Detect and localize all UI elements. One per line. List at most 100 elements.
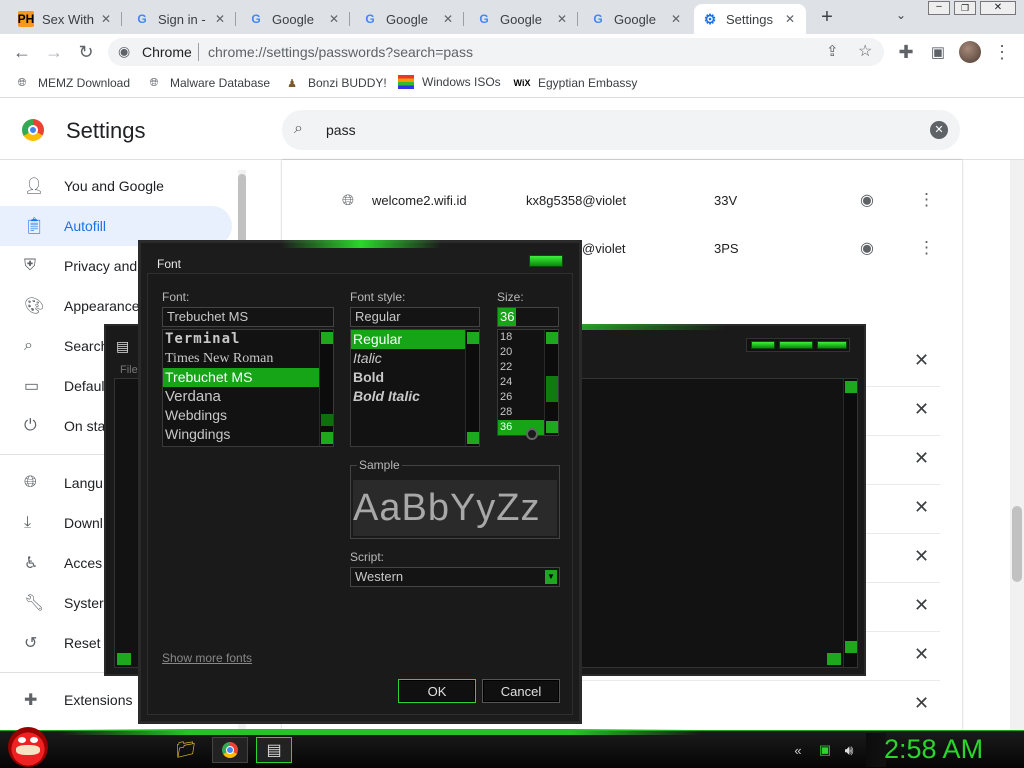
close-window-button[interactable]: ✕ [980, 1, 1016, 15]
tab-6[interactable]: G Google ✕ [582, 4, 692, 34]
extensions-puzzle-icon[interactable]: ✚ [890, 34, 922, 70]
minimize-button[interactable]: – [928, 1, 950, 15]
size-input[interactable]: 36 [497, 307, 559, 327]
tab-search-chevron-icon[interactable]: ⌄ [896, 8, 914, 22]
address-bar[interactable]: ◉ Chrome chrome://settings/passwords?sea… [108, 38, 884, 66]
close-icon[interactable]: ✕ [212, 12, 228, 26]
remove-x-icon[interactable]: ✕ [914, 497, 929, 518]
show-more-fonts-link[interactable]: Show more fonts [162, 651, 252, 665]
close-icon[interactable]: ✕ [668, 12, 684, 26]
close-button[interactable] [817, 341, 847, 349]
close-icon[interactable]: ✕ [782, 12, 798, 26]
page-scrollbar[interactable] [1010, 160, 1024, 730]
more-dots-icon[interactable]: ⋮ [918, 238, 935, 258]
minimize-button[interactable] [751, 341, 775, 349]
remove-x-icon[interactable]: ✕ [914, 693, 929, 714]
script-label: Script: [350, 550, 385, 564]
tab-title: Sex With [42, 11, 95, 27]
tab-3[interactable]: G Google ✕ [240, 4, 350, 34]
script-select[interactable]: Western ▼ [350, 567, 560, 587]
star-icon[interactable]: ☆ [858, 41, 872, 61]
password-value: 3PS [714, 241, 739, 256]
notepad-menu-file[interactable]: File [120, 364, 138, 376]
scroll-right-arrow[interactable] [827, 653, 841, 665]
back-arrow-icon[interactable]: ← [6, 34, 38, 70]
font-option-selected[interactable]: Trebuchet MS [163, 368, 333, 387]
font-option[interactable]: Webdings [163, 406, 333, 425]
bookmark-memz[interactable]: 🌐︎ MEMZ Download [14, 75, 130, 91]
share-icon[interactable]: ⇪ [826, 42, 839, 60]
close-icon[interactable]: ✕ [440, 12, 456, 26]
file-explorer-icon[interactable]: 📁︎ [168, 737, 204, 763]
tab-2[interactable]: G Sign in - ✕ [126, 4, 236, 34]
font-style-input[interactable]: Regular [350, 307, 480, 327]
style-option[interactable]: Italic [351, 349, 479, 368]
tab-1[interactable]: PH Sex With ✕ [10, 4, 122, 34]
network-icon[interactable]: ▣ [814, 737, 836, 763]
maximize-button[interactable] [779, 341, 813, 349]
font-name-input[interactable]: Trebuchet MS [162, 307, 334, 327]
volume-icon[interactable]: 🔊︎ [838, 737, 860, 763]
avatar[interactable] [959, 41, 981, 63]
font-option[interactable]: Wingdings [163, 425, 333, 444]
notepad-taskbar-icon[interactable]: ▤ [256, 737, 292, 763]
remove-x-icon[interactable]: ✕ [914, 448, 929, 469]
style-option-selected[interactable]: Regular [351, 330, 479, 349]
bookmark-label: Malware Database [170, 76, 271, 90]
font-option[interactable]: Verdana [163, 387, 333, 406]
menu-dots-icon[interactable]: ⋮ [986, 34, 1018, 70]
new-tab-button[interactable]: + [816, 6, 838, 28]
bookmark-bonzi[interactable]: ♟ Bonzi BUDDY! [284, 75, 387, 91]
chevron-down-icon[interactable]: ▼ [545, 570, 557, 584]
ok-button[interactable]: OK [398, 679, 476, 703]
password-value: 33V [714, 193, 738, 208]
style-option[interactable]: Bold [351, 368, 479, 387]
size-list[interactable]: 18 20 22 24 26 28 36 [497, 329, 559, 436]
remove-x-icon[interactable]: ✕ [914, 644, 929, 665]
more-dots-icon[interactable]: ⋮ [918, 190, 935, 210]
close-icon[interactable]: ✕ [326, 12, 342, 26]
tab-5[interactable]: G Google ✕ [468, 4, 578, 34]
tab-title: Google [500, 11, 542, 27]
eye-off-icon[interactable]: ◉ [860, 238, 874, 258]
close-icon[interactable]: ✕ [554, 12, 570, 26]
style-option[interactable]: Bold Italic [351, 387, 479, 406]
settings-search[interactable]: ⌕ pass ✕ [282, 110, 960, 150]
download-icon: ⤓ [24, 514, 32, 531]
bookmark-egyptian-embassy[interactable]: WiX Egyptian Embassy [514, 75, 638, 91]
search-input[interactable]: pass [326, 122, 356, 138]
bookmark-malware-db[interactable]: 🌐︎ Malware Database [146, 75, 270, 91]
reload-icon[interactable]: ↻ [70, 34, 102, 70]
sidebar-item-you-and-google[interactable]: 👤︎ You and Google [0, 166, 232, 206]
remove-x-icon[interactable]: ✕ [914, 350, 929, 371]
cancel-button[interactable]: Cancel [482, 679, 560, 703]
remove-x-icon[interactable]: ✕ [914, 399, 929, 420]
chrome-taskbar-icon[interactable] [212, 737, 248, 763]
eye-off-icon[interactable]: ◉ [860, 190, 874, 210]
font-option[interactable]: Terminal [163, 330, 333, 349]
font-style-list[interactable]: Regular Italic Bold Bold Italic [350, 329, 480, 447]
tab-settings[interactable]: ⚙ Settings ✕ [694, 4, 806, 34]
font-list[interactable]: Terminal Times New Roman Trebuchet MS Ve… [162, 329, 334, 447]
dialog-close-button[interactable] [529, 255, 563, 267]
notepad-scrollbar[interactable] [843, 379, 857, 667]
style-list-scrollbar[interactable] [465, 330, 479, 446]
bookmark-windows-isos[interactable]: Windows ISOs [398, 75, 501, 89]
font-list-scrollbar[interactable] [319, 330, 333, 446]
close-icon[interactable]: ✕ [98, 12, 114, 26]
side-panel-icon[interactable]: ▣ [922, 34, 954, 70]
maximize-button[interactable]: ❐ [954, 1, 976, 15]
clear-search-icon[interactable]: ✕ [930, 121, 948, 139]
font-option[interactable]: Times New Roman [163, 349, 333, 368]
remove-x-icon[interactable]: ✕ [914, 546, 929, 567]
remove-x-icon[interactable]: ✕ [914, 595, 929, 616]
scroll-left-arrow[interactable] [117, 653, 131, 665]
font-dialog: Font Font: Trebuchet MS Terminal Times N… [138, 240, 582, 724]
clock[interactable]: 2:58 AM [884, 734, 983, 765]
show-hidden-icons-chevron-icon[interactable]: « [786, 737, 810, 763]
start-button[interactable] [8, 727, 48, 767]
size-list-scrollbar[interactable] [544, 330, 558, 435]
google-favicon-icon: G [365, 12, 375, 26]
tab-4[interactable]: G Google ✕ [354, 4, 464, 34]
forward-arrow-icon[interactable]: → [38, 34, 70, 70]
